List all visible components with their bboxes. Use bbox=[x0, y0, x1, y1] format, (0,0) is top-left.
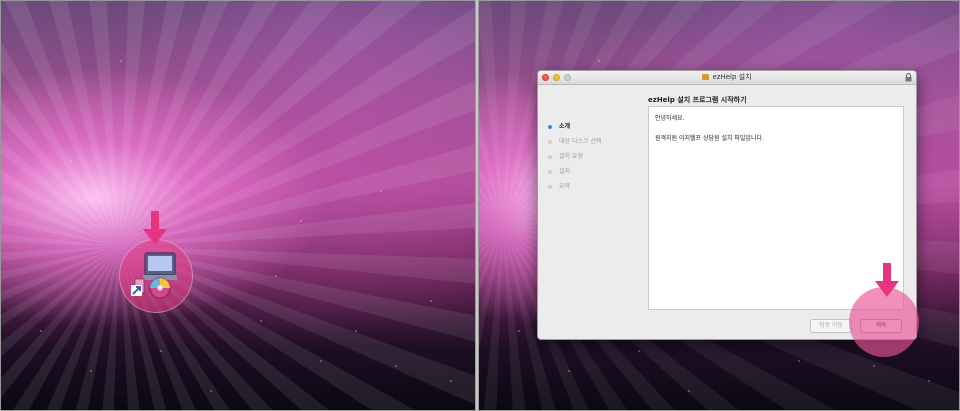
back-button[interactable]: 뒤로 이동 bbox=[810, 319, 852, 333]
installer-package-icon[interactable] bbox=[129, 249, 181, 301]
down-arrow-icon bbox=[143, 211, 167, 245]
installer-steps-sidebar: 소개 대상 디스크 선택 설치 유형 설치 요약 bbox=[546, 119, 641, 194]
step-indicator-icon bbox=[548, 155, 552, 159]
package-icon bbox=[702, 74, 710, 80]
down-arrow-icon bbox=[875, 263, 899, 297]
left-desktop-panel bbox=[0, 0, 476, 411]
step-introduction: 소개 bbox=[546, 119, 641, 134]
step-destination-select: 대상 디스크 선택 bbox=[546, 134, 641, 149]
title-bar: ezHelp 설치 bbox=[538, 71, 916, 85]
step-installation: 설치 bbox=[546, 164, 641, 179]
window-title: ezHelp 설치 bbox=[538, 72, 916, 83]
description-text: 원격지원 이지헬프 상담원 설치 파일입니다. bbox=[655, 135, 764, 142]
greeting-text: 안녕하세요. bbox=[655, 115, 685, 122]
page-title: ezHelp 설치 프로그램 시작하기 bbox=[648, 96, 747, 104]
step-indicator-icon bbox=[548, 170, 552, 174]
step-installation-type: 설치 유형 bbox=[546, 149, 641, 164]
lock-icon bbox=[905, 73, 912, 82]
right-desktop-panel: ezHelp 설치 ezHelp 설치 프로그램 시작하기 소개 대상 디스크 … bbox=[478, 0, 960, 411]
content-pane: 안녕하세요. 원격지원 이지헬프 상담원 설치 파일입니다. bbox=[648, 106, 904, 310]
step-indicator-icon bbox=[548, 125, 552, 129]
step-indicator-icon bbox=[548, 140, 552, 144]
step-indicator-icon bbox=[548, 185, 552, 189]
step-summary: 요약 bbox=[546, 179, 641, 194]
